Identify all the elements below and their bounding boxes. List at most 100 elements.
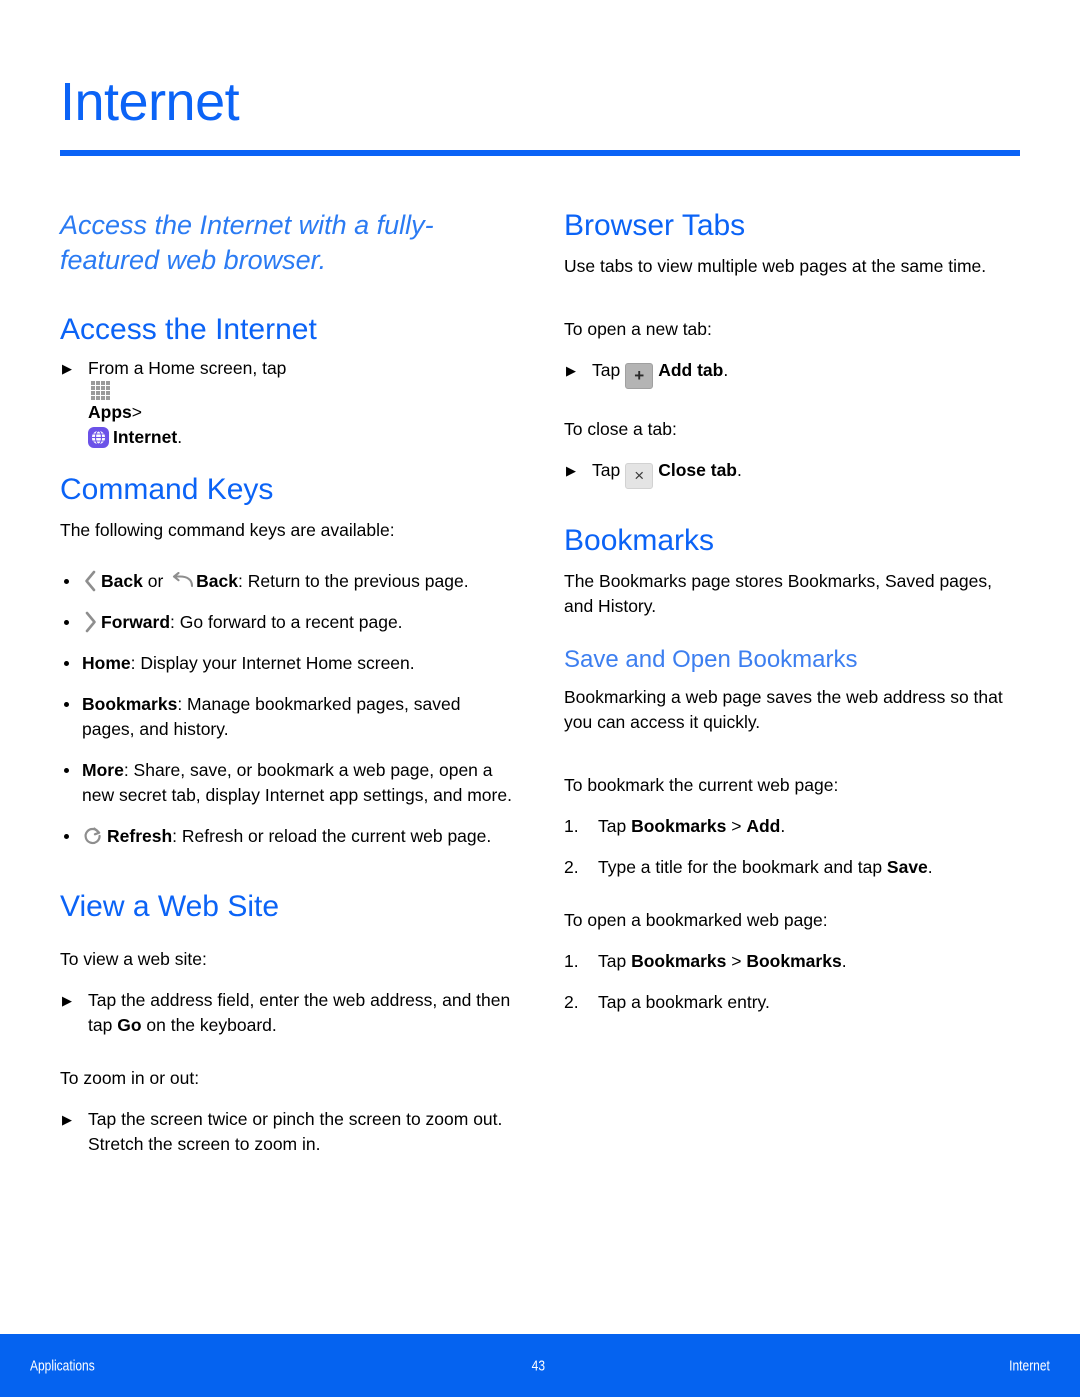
access-steps-list: From a Home screen, tap Apps> Internet. <box>60 356 516 450</box>
step-term-2: Add <box>746 816 781 836</box>
back-curl-icon <box>173 572 194 588</box>
lead-paragraph: Access the Internet with a fully-feature… <box>60 210 434 275</box>
step-separator: > <box>726 816 747 836</box>
command-key-desc: : Refresh or reload the current web page… <box>172 826 492 846</box>
step-period: . <box>841 951 847 971</box>
internet-app-icon <box>88 427 109 448</box>
bookmark-step-1: 1. Tap Bookmarks > Add. <box>564 814 1020 839</box>
command-key-term: Bookmarks <box>82 694 178 714</box>
footer-page-number: 43 <box>531 1357 546 1374</box>
open-bookmark-steps-list: 1. Tap Bookmarks > Bookmarks. 2. Tap a boo… <box>564 949 1020 1015</box>
command-key-desc: : Display your Internet Home screen. <box>130 653 415 673</box>
internet-label: Internet <box>113 427 178 447</box>
command-key-home: Home: Display your Internet Home screen. <box>60 651 516 676</box>
heading-save-and-open-bookmarks: Save and Open Bookmarks <box>564 646 858 673</box>
command-key-term: More <box>82 760 124 780</box>
command-key-term: Home <box>82 653 131 673</box>
footer-chapter-label: Internet <box>1009 1357 1050 1374</box>
command-key-back: Back or Back: Return to the previous pag… <box>60 569 516 594</box>
step-term-1: Save <box>886 857 928 877</box>
view-site-intro-2: To zoom in or out: <box>60 1068 200 1088</box>
step-number: 2. <box>564 992 579 1012</box>
close-tab-button[interactable]: × <box>625 463 654 489</box>
heading-access-the-internet: Access the Internet <box>60 313 317 346</box>
command-key-conjunction: or <box>147 571 164 591</box>
step-period: . <box>780 816 786 836</box>
view-site-step-1-c: on the keyboard. <box>141 1015 277 1035</box>
refresh-icon <box>84 827 101 845</box>
step-term-2: Bookmarks <box>746 951 842 971</box>
title-divider <box>60 150 1020 156</box>
bookmark-steps-list: 1. Tap Bookmarks > Add. 2. Type a title fo… <box>564 814 1020 880</box>
view-site-steps-2: Tap the screen twice or pinch the screen… <box>60 1107 516 1157</box>
command-key-term: Forward <box>101 612 171 632</box>
page-title: Internet <box>60 72 240 132</box>
command-key-more: More: Share, save, or bookmark a web pag… <box>60 758 516 808</box>
access-period: . <box>177 427 183 447</box>
step-text-a: Tap <box>598 816 632 836</box>
heading-view-a-web-site: View a Web Site <box>60 890 280 923</box>
right-column: Browser Tabs Use tabs to view multiple w… <box>564 208 1020 1173</box>
close-tab-label: To close a tab: <box>564 419 677 439</box>
close-tab-tap-word: Tap <box>592 460 621 480</box>
period: . <box>723 360 729 380</box>
command-keys-intro: The following command keys are available… <box>60 520 395 540</box>
command-key-term: Back <box>101 571 143 591</box>
command-key-term-2: Back <box>196 571 238 591</box>
apps-grid-icon <box>91 381 110 400</box>
chevron-left-icon <box>85 570 96 592</box>
command-keys-list: Back or Back: Return to the previous pag… <box>60 569 516 849</box>
step-text-a: Tap <box>598 951 632 971</box>
command-key-desc: : Share, save, or bookmark a web page, o… <box>82 760 512 805</box>
view-site-intro-1: To view a web site: <box>60 949 207 969</box>
command-key-bookmarks: Bookmarks: Manage bookmarked pages, save… <box>60 692 516 742</box>
go-key-label: Go <box>117 1015 142 1035</box>
step-separator: > <box>726 951 747 971</box>
page-header: Internet <box>60 72 1020 156</box>
step-text-a: Tap a bookmark entry. <box>598 992 770 1012</box>
close-tab-steps: Tap×Close tab. <box>564 458 1020 489</box>
view-site-step-2: Tap the screen twice or pinch the screen… <box>60 1107 516 1157</box>
view-site-steps-1: Tap the address field, enter the web add… <box>60 988 516 1038</box>
step-text-a: Type a title for the bookmark and tap <box>598 857 887 877</box>
view-site-step-1: Tap the address field, enter the web add… <box>60 988 516 1038</box>
step-term-1: Bookmarks <box>631 816 727 836</box>
open-bookmark-step-2: 2. Tap a bookmark entry. <box>564 990 1020 1015</box>
step-number: 1. <box>564 951 579 971</box>
command-key-desc: : Go forward to a recent page. <box>170 612 403 632</box>
browser-tabs-intro: Use tabs to view multiple web pages at t… <box>564 256 987 276</box>
step-period: . <box>927 857 933 877</box>
step-number: 2. <box>564 857 579 877</box>
open-tab-tap-word: Tap <box>592 360 621 380</box>
to-open-bookmark-label: To open a bookmarked web page: <box>564 910 828 930</box>
to-bookmark-label: To bookmark the current web page: <box>564 775 839 795</box>
open-tab-step: Tap+Add tab. <box>564 358 1020 389</box>
command-key-term: Refresh <box>107 826 173 846</box>
open-bookmark-step-1: 1. Tap Bookmarks > Bookmarks. <box>564 949 1020 974</box>
add-tab-button[interactable]: + <box>625 363 654 389</box>
step-number: 1. <box>564 816 579 836</box>
heading-bookmarks: Bookmarks <box>564 524 715 557</box>
period: . <box>737 460 742 480</box>
open-tab-steps: Tap+Add tab. <box>564 358 1020 389</box>
command-key-refresh: Refresh: Refresh or reload the current w… <box>60 824 516 849</box>
close-tab-action-label: Close tab <box>658 460 737 480</box>
step-term-1: Bookmarks <box>631 951 727 971</box>
page-footer: Applications 43 Internet <box>0 1334 1080 1397</box>
heading-browser-tabs: Browser Tabs <box>564 209 746 242</box>
footer-section-label: Applications <box>30 1357 95 1374</box>
bookmark-step-2: 2. Type a title for the bookmark and tap … <box>564 855 1020 880</box>
heading-command-keys: Command Keys <box>60 473 274 506</box>
access-step-item: From a Home screen, tap Apps> Internet. <box>60 356 516 450</box>
content-columns: Access the Internet with a fully-feature… <box>60 208 1020 1173</box>
bookmarks-intro: The Bookmarks page stores Bookmarks, Sav… <box>564 571 992 616</box>
access-step-prefix: From a Home screen, tap <box>88 358 287 378</box>
add-tab-label: Add tab <box>658 360 724 380</box>
save-open-intro: Bookmarking a web page saves the web add… <box>564 687 1003 732</box>
command-key-forward: Forward: Go forward to a recent page. <box>60 610 516 635</box>
left-column: Access the Internet with a fully-feature… <box>60 208 516 1173</box>
